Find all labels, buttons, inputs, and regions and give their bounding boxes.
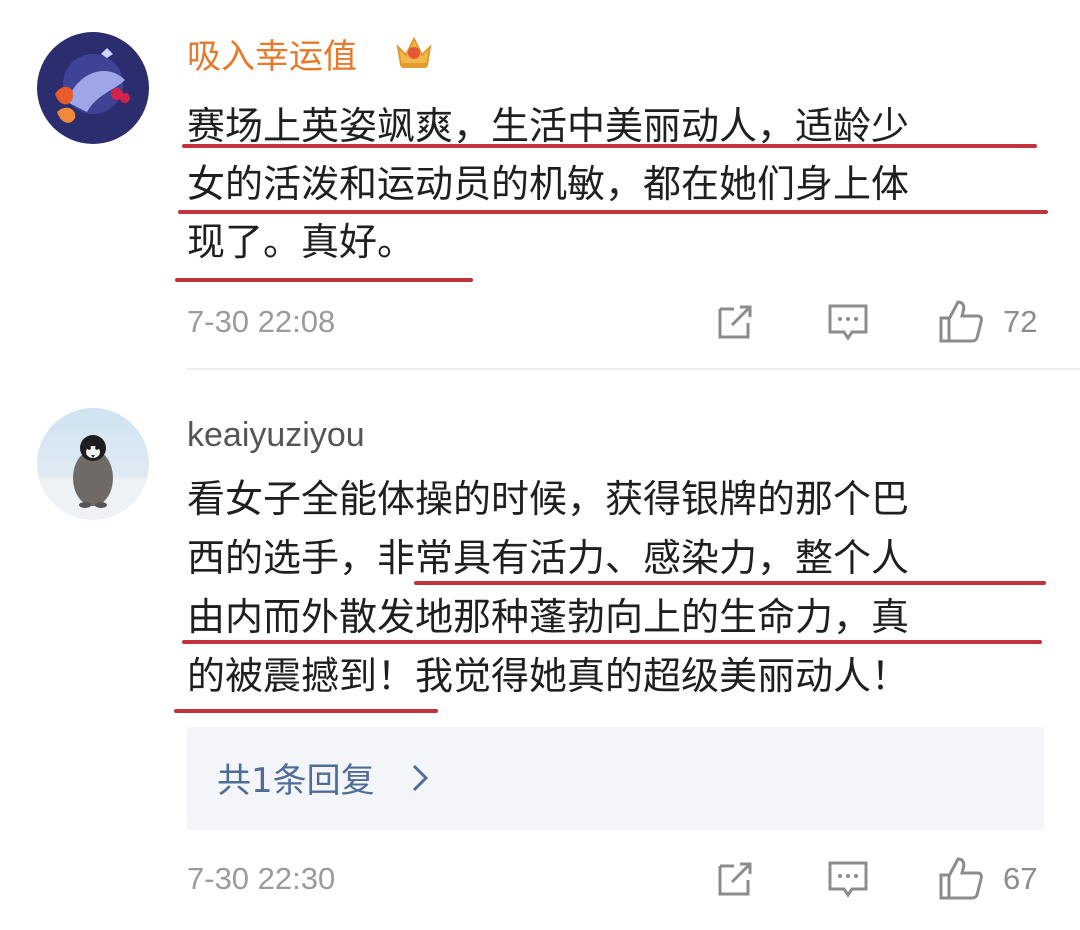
crown-icon — [394, 33, 434, 71]
avatar-image — [37, 32, 149, 144]
reply-summary[interactable]: 共1条回复 — [187, 727, 1044, 830]
comment-item: 吸入幸运值 赛场上英姿飒爽，生活中美丽动人，适龄少 女的活泼和运动员的机敏，都在… — [0, 0, 1080, 370]
underline-mark — [174, 709, 438, 713]
timestamp: 7-30 22:08 — [187, 304, 336, 339]
comment-icon[interactable] — [827, 301, 869, 343]
like-icon[interactable] — [938, 298, 984, 344]
username[interactable]: 吸入幸运值 — [187, 37, 357, 77]
like-count: 72 — [1003, 304, 1038, 339]
avatar-image — [37, 408, 149, 520]
share-icon[interactable] — [714, 858, 756, 900]
chevron-right-icon — [412, 764, 429, 792]
share-icon[interactable] — [714, 301, 756, 343]
reply-count-link[interactable]: 共1条回复 — [217, 753, 375, 802]
underline-mark — [178, 210, 1048, 214]
avatar[interactable] — [37, 32, 149, 144]
username[interactable]: keaiyuziyou — [187, 415, 365, 455]
underline-mark — [182, 640, 1042, 644]
comment-item: keaiyuziyou 看女子全能体操的时候，获得银牌的那个巴 西的选手，非常具… — [0, 370, 1080, 930]
timestamp: 7-30 22:30 — [187, 861, 336, 896]
underline-mark — [182, 144, 1037, 148]
like-icon[interactable] — [938, 855, 984, 901]
comment-line: 由内而外散发地那种蓬勃向上的生命力，真 — [187, 595, 910, 639]
comment-line: 的被震撼到！我觉得她真的超级美丽动人！ — [187, 654, 910, 698]
comment-icon[interactable] — [827, 858, 869, 900]
underline-mark — [414, 581, 1046, 585]
like-count: 67 — [1003, 861, 1038, 896]
comment-line: 现了。真好。 — [187, 220, 416, 264]
avatar[interactable] — [37, 408, 149, 520]
comment-line: 女的活泼和运动员的机敏，都在她们身上体 — [187, 162, 910, 206]
comment-line: 看女子全能体操的时候，获得银牌的那个巴 — [187, 477, 910, 521]
comment-line: 西的选手，非常具有活力、感染力，整个人 — [187, 536, 910, 580]
underline-mark — [175, 278, 473, 282]
